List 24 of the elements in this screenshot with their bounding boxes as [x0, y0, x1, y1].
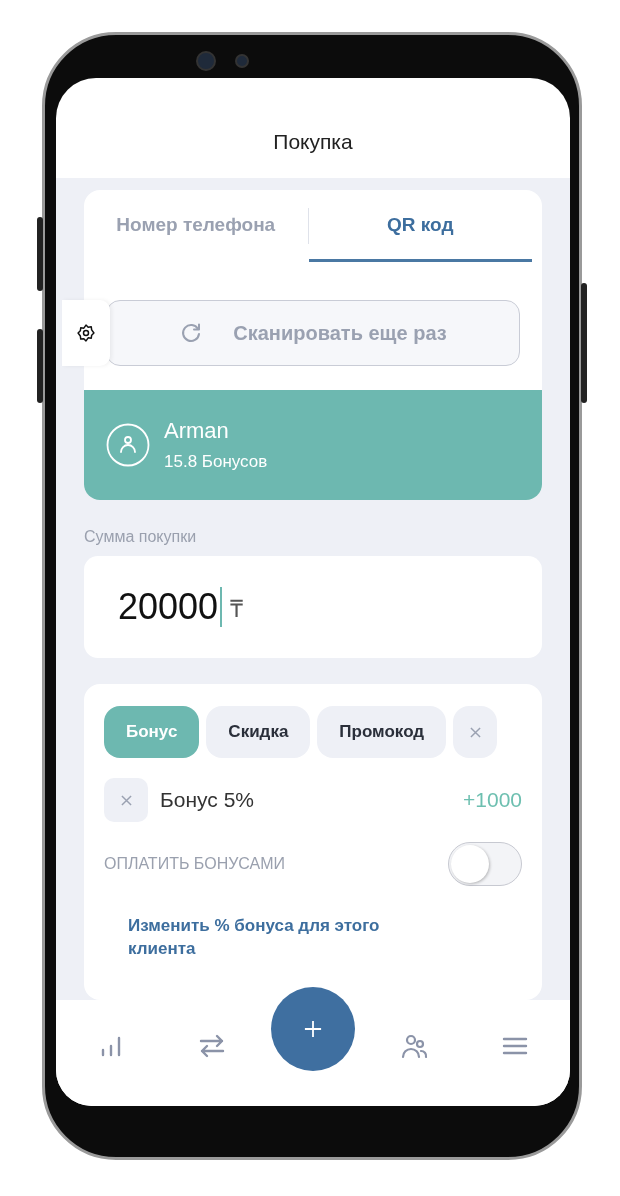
- mode-chip[interactable]: Промокод: [317, 706, 447, 758]
- plus-icon: [304, 1020, 322, 1038]
- amount-field[interactable]: 20000 ₸: [84, 556, 542, 658]
- field-label: Сумма покупки: [84, 528, 198, 546]
- camera-icon: [235, 54, 249, 68]
- toggle-label: ОПЛАТИТЬ БОНУСАМИ: [104, 855, 286, 873]
- screen-title: Покупка: [273, 130, 353, 154]
- bonus-label: Бонус 5%: [160, 788, 255, 812]
- bonus-amount: +1000: [463, 788, 522, 812]
- close-icon: [120, 794, 132, 806]
- tab[interactable]: QR код: [308, 190, 532, 262]
- users-icon[interactable]: [399, 1032, 428, 1060]
- settings-icon: [76, 323, 96, 343]
- change-bonus-link[interactable]: Изменить % бонуса для этого клиента: [128, 914, 428, 960]
- arrows-icon[interactable]: [198, 1032, 227, 1060]
- customer-name: Arman: [164, 418, 230, 444]
- camera-icon: [196, 51, 216, 71]
- user-icon: [106, 423, 150, 467]
- settings-tab[interactable]: [62, 300, 110, 366]
- close-icon: [469, 726, 481, 738]
- mode-chip[interactable]: Скидка: [206, 706, 311, 758]
- toggle-switch[interactable]: [448, 842, 522, 886]
- remove-button[interactable]: [104, 778, 148, 822]
- bonus-balance: 15.8 Бонусов: [164, 452, 268, 472]
